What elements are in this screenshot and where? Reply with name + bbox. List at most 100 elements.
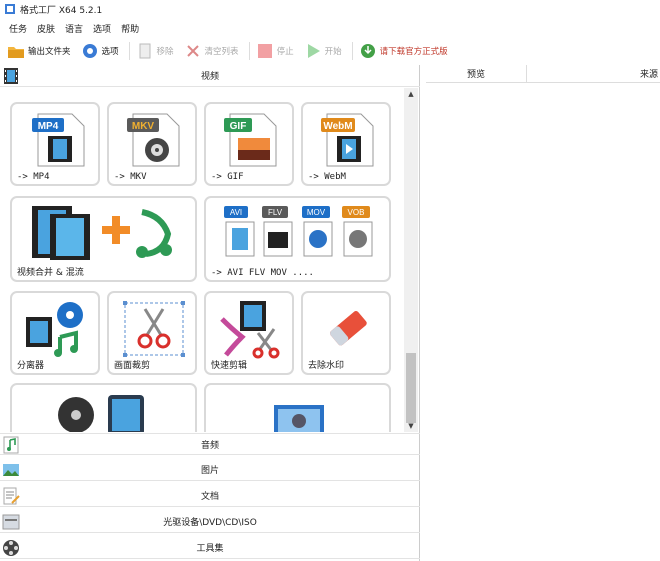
menu-skin[interactable]: 皮肤 bbox=[32, 22, 60, 35]
avi-badge-text: AVI bbox=[230, 208, 242, 217]
tile-quick-cut[interactable]: 快速剪辑 bbox=[204, 291, 294, 375]
folder-icon bbox=[8, 47, 24, 58]
disc-phone-icon bbox=[58, 395, 144, 432]
remove-button[interactable]: 移除 bbox=[133, 40, 177, 62]
start-label: 开始 bbox=[324, 47, 342, 57]
stop-label: 停止 bbox=[276, 47, 294, 57]
tile-mkv-label: -> MKV bbox=[114, 172, 147, 182]
scroll-down-arrow-icon[interactable]: ▼ bbox=[404, 420, 418, 432]
column-header-preview[interactable]: 预览 bbox=[426, 65, 526, 83]
output-folder-button[interactable]: 输出文件夹 bbox=[4, 40, 74, 62]
gif-badge-text: GIF bbox=[230, 121, 247, 132]
screen-capture-icon bbox=[274, 405, 324, 432]
tile-quick-cut-label: 快速剪辑 bbox=[211, 361, 248, 371]
toolbar-divider bbox=[351, 42, 353, 60]
flv-badge-text: FLV bbox=[268, 208, 283, 217]
eraser-icon bbox=[330, 310, 367, 346]
category-video-label: 视频 bbox=[200, 72, 219, 82]
scroll-up-arrow-icon[interactable]: ▲ bbox=[404, 88, 418, 100]
category-scrollbar[interactable]: ▲ ▼ bbox=[404, 88, 418, 432]
category-video-header[interactable]: 视频 bbox=[0, 65, 420, 87]
column-source-label: 来源 bbox=[639, 70, 658, 80]
film-strip-icon bbox=[4, 68, 18, 84]
category-tools-header[interactable]: 工具集 bbox=[0, 537, 420, 559]
format-factory-logo-icon bbox=[5, 4, 15, 14]
play-icon bbox=[307, 44, 320, 58]
tile-video-merge[interactable]: 视频合并 & 混流 bbox=[10, 196, 197, 282]
document-remove-icon bbox=[139, 43, 151, 59]
download-official-button[interactable]: 请下载官方正式版 bbox=[356, 40, 451, 62]
menu-language[interactable]: 语言 bbox=[60, 22, 88, 35]
category-panel: 视频 MP4 -> MP4 MKV -> MKV GIF -> GIF WebM… bbox=[0, 65, 420, 561]
clear-list-button[interactable]: 清空列表 bbox=[181, 40, 242, 62]
tile-mkv[interactable]: MKV -> MKV bbox=[107, 102, 197, 186]
tile-mp4[interactable]: MP4 -> MP4 bbox=[10, 102, 100, 186]
merge-film-music-icon bbox=[32, 206, 172, 260]
column-preview-label: 预览 bbox=[466, 70, 485, 80]
category-picture-label: 图片 bbox=[200, 466, 219, 476]
toolbar: 输出文件夹 选项 移除 清空列表 停止 开始 请下载官方正式版 bbox=[0, 38, 660, 64]
category-document-header[interactable]: 文档 bbox=[0, 485, 420, 507]
mkv-file-icon: MKV bbox=[127, 113, 180, 167]
category-disc-header[interactable]: 光驱设备\DVD\CD\ISO bbox=[0, 511, 420, 533]
menu-task[interactable]: 任务 bbox=[4, 22, 32, 35]
output-folder-label: 输出文件夹 bbox=[28, 47, 71, 57]
tile-splitter-label: 分离器 bbox=[17, 361, 45, 371]
remove-label: 移除 bbox=[156, 47, 174, 57]
film-reel-icon bbox=[3, 540, 19, 556]
tile-video-merge-label: 视频合并 & 混流 bbox=[17, 268, 84, 278]
mkv-badge-text: MKV bbox=[132, 121, 155, 132]
category-tools-label: 工具集 bbox=[196, 544, 224, 554]
tile-crop[interactable]: 画面裁剪 bbox=[107, 291, 197, 375]
window-title: 格式工厂 X64 5.2.1 bbox=[20, 5, 103, 16]
vob-badge-text: VOB bbox=[348, 208, 365, 217]
clear-x-icon bbox=[186, 45, 199, 57]
mov-badge-text: MOV bbox=[307, 208, 326, 217]
gif-file-icon: GIF bbox=[224, 113, 277, 167]
tile-multi-format[interactable]: AVI FLV MOV VOB -> AVI FLV MOV .... bbox=[204, 196, 391, 282]
tile-screen-record-partial[interactable] bbox=[204, 383, 391, 432]
webm-badge-text: WebM bbox=[323, 121, 352, 132]
splitter-icon bbox=[26, 302, 83, 357]
tile-mp4-label: -> MP4 bbox=[17, 172, 50, 182]
multi-format-icons: AVI FLV MOV VOB bbox=[224, 206, 373, 257]
mp4-badge-text: MP4 bbox=[38, 121, 59, 132]
tile-splitter[interactable]: 分离器 bbox=[10, 291, 100, 375]
document-edit-icon bbox=[3, 487, 20, 505]
download-official-label: 请下载官方正式版 bbox=[379, 47, 448, 57]
menu-bar: 任务 皮肤 语言 选项 帮助 bbox=[0, 19, 660, 37]
menu-options[interactable]: 选项 bbox=[88, 22, 116, 35]
crop-scissors-icon bbox=[123, 301, 185, 357]
menu-help[interactable]: 帮助 bbox=[116, 22, 144, 35]
task-list-panel: 预览 来源 bbox=[426, 65, 660, 561]
tile-crop-label: 画面裁剪 bbox=[114, 361, 151, 371]
disc-drive-icon bbox=[2, 514, 20, 530]
tile-webm-label: -> WebM bbox=[308, 172, 346, 182]
title-bar: 格式工厂 X64 5.2.1 bbox=[0, 0, 660, 18]
start-button[interactable]: 开始 bbox=[301, 40, 345, 62]
download-globe-icon bbox=[360, 44, 375, 58]
options-label: 选项 bbox=[101, 47, 119, 57]
category-document-label: 文档 bbox=[200, 492, 219, 502]
tile-video-player-partial[interactable] bbox=[10, 383, 197, 432]
tile-remove-watermark-label: 去除水印 bbox=[308, 361, 345, 371]
tile-gif[interactable]: GIF -> GIF bbox=[204, 102, 294, 186]
clear-list-label: 清空列表 bbox=[204, 47, 239, 57]
tile-remove-watermark[interactable]: 去除水印 bbox=[301, 291, 391, 375]
quick-cut-icon bbox=[220, 301, 280, 359]
music-note-icon bbox=[3, 436, 19, 454]
tile-multi-format-label: -> AVI FLV MOV .... bbox=[211, 268, 314, 278]
tile-webm[interactable]: WebM -> WebM bbox=[301, 102, 391, 186]
stop-icon bbox=[257, 44, 272, 58]
category-audio-header[interactable]: 音频 bbox=[0, 433, 420, 455]
column-header-source[interactable]: 来源 bbox=[527, 65, 660, 83]
options-gear-icon bbox=[82, 44, 97, 58]
toolbar-divider bbox=[128, 42, 130, 60]
stop-button[interactable]: 停止 bbox=[253, 40, 297, 62]
category-picture-header[interactable]: 图片 bbox=[0, 459, 420, 481]
mp4-file-icon: MP4 bbox=[32, 113, 85, 167]
options-button[interactable]: 选项 bbox=[78, 40, 122, 62]
scrollbar-thumb[interactable] bbox=[406, 353, 416, 423]
video-tools-grid: MP4 -> MP4 MKV -> MKV GIF -> GIF WebM ->… bbox=[0, 88, 403, 432]
category-disc-label: 光驱设备\DVD\CD\ISO bbox=[163, 518, 257, 528]
